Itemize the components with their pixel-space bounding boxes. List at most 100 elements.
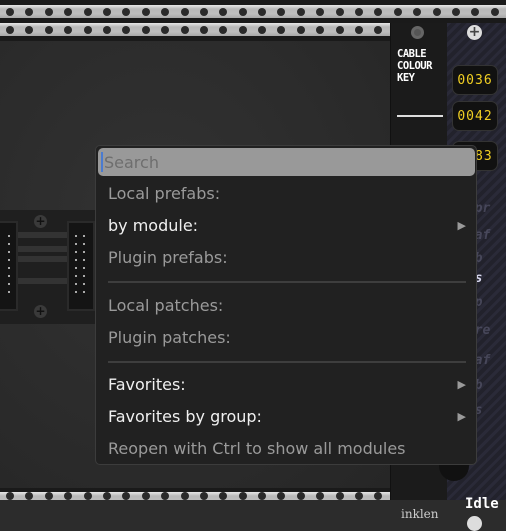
menu-item-favorites-by-group[interactable]: Favorites by group: ▶: [108, 403, 466, 431]
rail-hole: [296, 492, 305, 500]
menu-item-label: Favorites by group:: [108, 407, 262, 426]
module-browser-menu: Local prefabs: by module: ▶ Plugin prefa…: [95, 145, 477, 465]
title-line: KEY: [397, 72, 415, 84]
rail-hole: [102, 7, 111, 16]
rail-hole: [122, 492, 131, 500]
counter-display: 0042: [452, 101, 498, 131]
rail-hole: [219, 492, 228, 500]
rail-hole: [141, 25, 150, 34]
rail-hole: [355, 7, 364, 16]
rail-hole: [141, 7, 150, 16]
rail-hole: [335, 7, 344, 16]
rail-hole: [277, 492, 286, 500]
rail-hole: [199, 25, 208, 34]
connector-pin: [8, 235, 10, 237]
rack-rail-top-1: [0, 5, 506, 18]
rail-hole: [277, 25, 286, 34]
rail-holes: [0, 7, 506, 16]
rail-hole: [451, 7, 460, 16]
menu-item-reopen-hint: Reopen with Ctrl to show all modules: [108, 435, 466, 463]
rail-hole: [6, 492, 14, 500]
connector-pin: [8, 275, 10, 277]
rail-hole: [277, 7, 286, 16]
rail-hole: [432, 7, 441, 16]
connector-pin: [8, 267, 10, 269]
menu-item-label: Plugin prefabs:: [108, 248, 228, 267]
connector-pin: [83, 251, 85, 253]
rail-hole: [161, 492, 170, 500]
menu-separator: [108, 281, 466, 283]
rail-hole: [219, 25, 228, 34]
rail-hole: [258, 7, 267, 16]
submenu-arrow-icon: ▶: [457, 219, 466, 232]
rail-hole: [44, 492, 53, 500]
rail-hole: [64, 492, 73, 500]
connector-pin: [83, 267, 85, 269]
connector-pin: [75, 275, 77, 277]
rail-hole: [258, 25, 267, 34]
brand-label: inklen: [401, 507, 439, 521]
rail-hole: [413, 7, 422, 16]
rail-hole: [316, 25, 325, 34]
submenu-arrow-icon: ▶: [457, 410, 466, 423]
rail-hole: [335, 25, 344, 34]
rail-hole: [102, 492, 111, 500]
rail-hole: [296, 7, 305, 16]
rail-hole: [335, 492, 344, 500]
rail-hole: [180, 25, 189, 34]
rail-hole: [64, 7, 73, 16]
rail-hole: [471, 7, 480, 16]
connector-pin: [8, 251, 10, 253]
rail-hole: [25, 492, 34, 500]
rail-hole: [393, 7, 402, 16]
rail-hole: [238, 25, 247, 34]
rack-rail-bottom: [0, 492, 499, 500]
ribbon-connector-left[interactable]: [0, 221, 18, 311]
counter-display: 0036: [452, 65, 498, 95]
connector-pin: [83, 291, 85, 293]
rail-hole: [180, 7, 189, 16]
menu-item-local-patches: Local patches:: [108, 292, 466, 320]
connector-pin: [8, 259, 10, 261]
add-icon[interactable]: [467, 516, 482, 531]
rail-hole: [64, 25, 73, 34]
rail-hole: [374, 25, 383, 34]
menu-item-plugin-prefabs: Plugin prefabs:: [108, 244, 466, 272]
module-knob-icon[interactable]: [411, 26, 424, 39]
ribbon-connector-right[interactable]: [67, 221, 95, 311]
rail-hole: [355, 25, 364, 34]
menu-item-favorites[interactable]: Favorites: ▶: [108, 371, 466, 399]
rail-hole: [374, 7, 383, 16]
connector-pin: [75, 243, 77, 245]
menu-separator: [108, 361, 466, 363]
rail-hole: [44, 7, 53, 16]
rail-hole: [25, 7, 34, 16]
rail-hole: [258, 492, 267, 500]
rack-rail-top-2: [0, 23, 499, 36]
module-title: CABLE COLOUR KEY: [397, 48, 432, 84]
add-icon[interactable]: +: [467, 25, 482, 40]
rail-hole: [316, 7, 325, 16]
menu-item-plugin-patches: Plugin patches:: [108, 324, 466, 352]
rail-hole: [296, 25, 305, 34]
menu-item-label: Reopen with Ctrl to show all modules: [108, 439, 406, 458]
connector-pin: [8, 283, 10, 285]
menu-item-by-module[interactable]: by module: ▶: [108, 212, 466, 240]
menu-item-label: Local prefabs:: [108, 184, 221, 203]
connector-pin: [83, 243, 85, 245]
rail-hole: [355, 492, 364, 500]
search-input[interactable]: [98, 148, 475, 176]
rail-hole: [199, 7, 208, 16]
connector-pin: [75, 283, 77, 285]
rail-hole: [83, 7, 92, 16]
text-caret: [101, 152, 103, 172]
connector-pin: [83, 275, 85, 277]
rail-hole: [122, 7, 131, 16]
connector-pin: [75, 235, 77, 237]
connector-pin: [83, 283, 85, 285]
rail-hole: [238, 7, 247, 16]
rail-hole: [83, 492, 92, 500]
rail-hole: [102, 25, 111, 34]
connector-pin: [83, 235, 85, 237]
title-line: CABLE: [397, 48, 427, 60]
